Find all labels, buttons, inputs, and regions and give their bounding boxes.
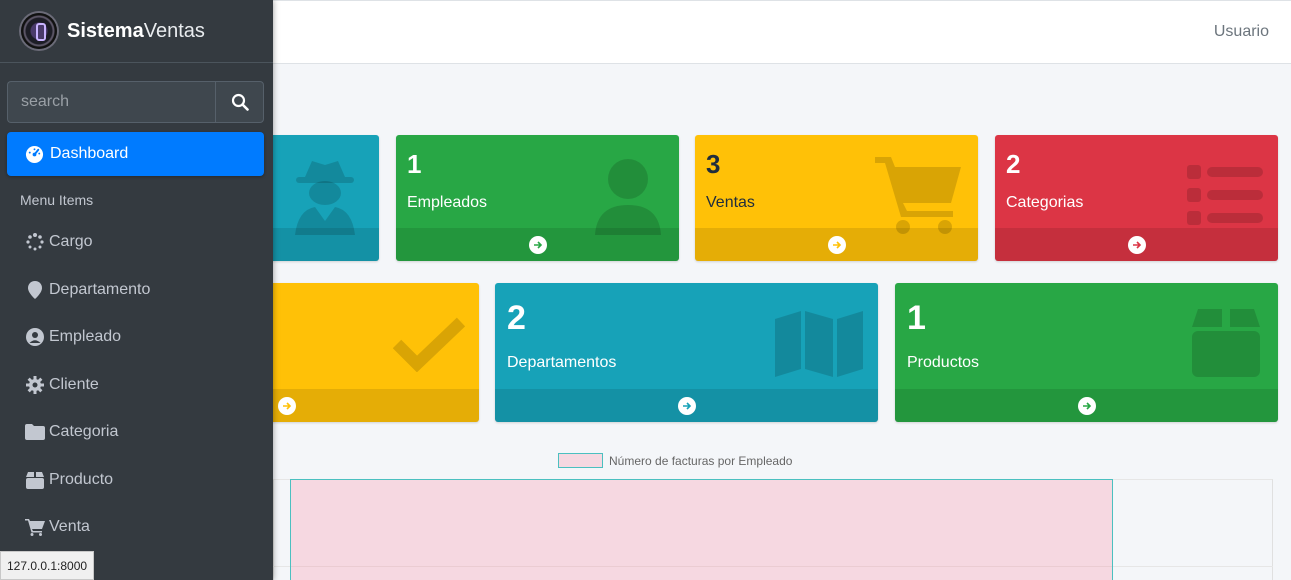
info-box-departamentos: 2 Departamentos xyxy=(495,283,878,422)
info-box-empleados: 1 Empleados xyxy=(396,135,679,261)
search-button[interactable] xyxy=(215,81,264,123)
box-value: 3 xyxy=(706,149,721,179)
box-icon xyxy=(25,471,45,489)
sidebar-item-venta[interactable]: Venta xyxy=(7,505,264,549)
cart-icon xyxy=(875,157,961,234)
chart-legend[interactable]: Número de facturas por Empleado xyxy=(558,453,792,468)
chart-bar[interactable] xyxy=(290,479,1113,580)
nav-header: Menu Items xyxy=(20,192,94,208)
search-input[interactable] xyxy=(7,81,215,123)
sidebar-item-label: Empleado xyxy=(49,328,122,345)
sidebar-item-categoria[interactable]: Categoria xyxy=(7,410,264,454)
box-value: 1 xyxy=(907,299,926,337)
info-box-productos: 1 Productos xyxy=(895,283,1278,422)
top-navbar: Usuario xyxy=(273,0,1291,64)
box-label: Departamentos xyxy=(507,354,617,371)
box-footer[interactable] xyxy=(495,389,878,422)
sidebar-item-label: Departamento xyxy=(49,281,151,298)
spinner-icon xyxy=(25,233,45,251)
sidebar-item-label: Venta xyxy=(49,518,90,535)
box-label: Ventas xyxy=(706,194,755,211)
browser-status-url: 127.0.0.1:8000 xyxy=(0,551,95,580)
box-footer[interactable] xyxy=(240,389,479,422)
map-icon xyxy=(775,311,863,377)
box-value: 2 xyxy=(507,299,526,337)
info-box-categorias: 2 Categorias xyxy=(995,135,1278,261)
brand-link[interactable]: SistemaVentas xyxy=(0,0,273,63)
legend-swatch xyxy=(558,453,603,468)
folder-icon xyxy=(25,424,45,440)
sidebar-item-label: Cargo xyxy=(49,233,93,250)
sidebar: SistemaVentas Dashboard Menu Items Cargo xyxy=(0,0,273,580)
sidebar-item-departamento[interactable]: Departamento xyxy=(7,268,264,312)
box-value: 2 xyxy=(1006,149,1021,179)
box-footer[interactable] xyxy=(396,228,679,261)
arrow-circle-right-icon xyxy=(677,396,696,415)
list-icon xyxy=(1187,165,1263,225)
sidebar-item-label: Producto xyxy=(49,471,114,488)
arrow-circle-right-icon xyxy=(278,396,296,415)
sidebar-item-cargo[interactable]: Cargo xyxy=(7,220,264,264)
check-icon xyxy=(393,317,465,372)
sidebar-item-empleado[interactable]: Empleado xyxy=(7,315,264,359)
cart-icon xyxy=(25,518,45,536)
search-icon xyxy=(231,93,249,111)
sidebar-search xyxy=(7,81,264,123)
box-label: Categorias xyxy=(1006,194,1084,211)
box-label: Empleados xyxy=(407,194,488,211)
sidebar-item-dashboard[interactable]: Dashboard xyxy=(7,132,264,176)
box-footer[interactable] xyxy=(695,228,978,261)
legend-label: Número de facturas por Empleado xyxy=(609,453,793,468)
map-marker-icon xyxy=(25,281,45,299)
user-icon xyxy=(595,159,661,235)
box-footer[interactable] xyxy=(895,389,1278,422)
sidebar-item-label: Categoria xyxy=(49,423,119,440)
sidebar-item-label: Cliente xyxy=(49,376,99,393)
user-circle-icon xyxy=(25,328,45,346)
sidebar-item-label: Dashboard xyxy=(50,145,129,162)
box-value: 1 xyxy=(407,149,422,179)
brand-name: SistemaVentas xyxy=(67,19,205,42)
sidebar-item-cliente[interactable]: Cliente xyxy=(7,363,264,407)
arrow-circle-right-icon xyxy=(1127,235,1146,254)
info-box-partial-2 xyxy=(240,283,479,422)
tachometer-icon xyxy=(25,145,44,164)
brand-logo xyxy=(21,13,57,49)
gear-icon xyxy=(25,376,45,394)
box-footer[interactable] xyxy=(995,228,1278,261)
box-icon xyxy=(1192,309,1260,377)
box-label: Productos xyxy=(907,354,980,371)
arrow-circle-right-icon xyxy=(1077,396,1096,415)
user-secret-icon xyxy=(295,161,355,235)
arrow-circle-right-icon xyxy=(528,235,547,254)
info-box-ventas: 3 Ventas xyxy=(695,135,978,261)
sidebar-item-producto[interactable]: Producto xyxy=(7,458,264,502)
user-menu[interactable]: Usuario xyxy=(1214,23,1269,41)
arrow-circle-right-icon xyxy=(827,235,846,254)
